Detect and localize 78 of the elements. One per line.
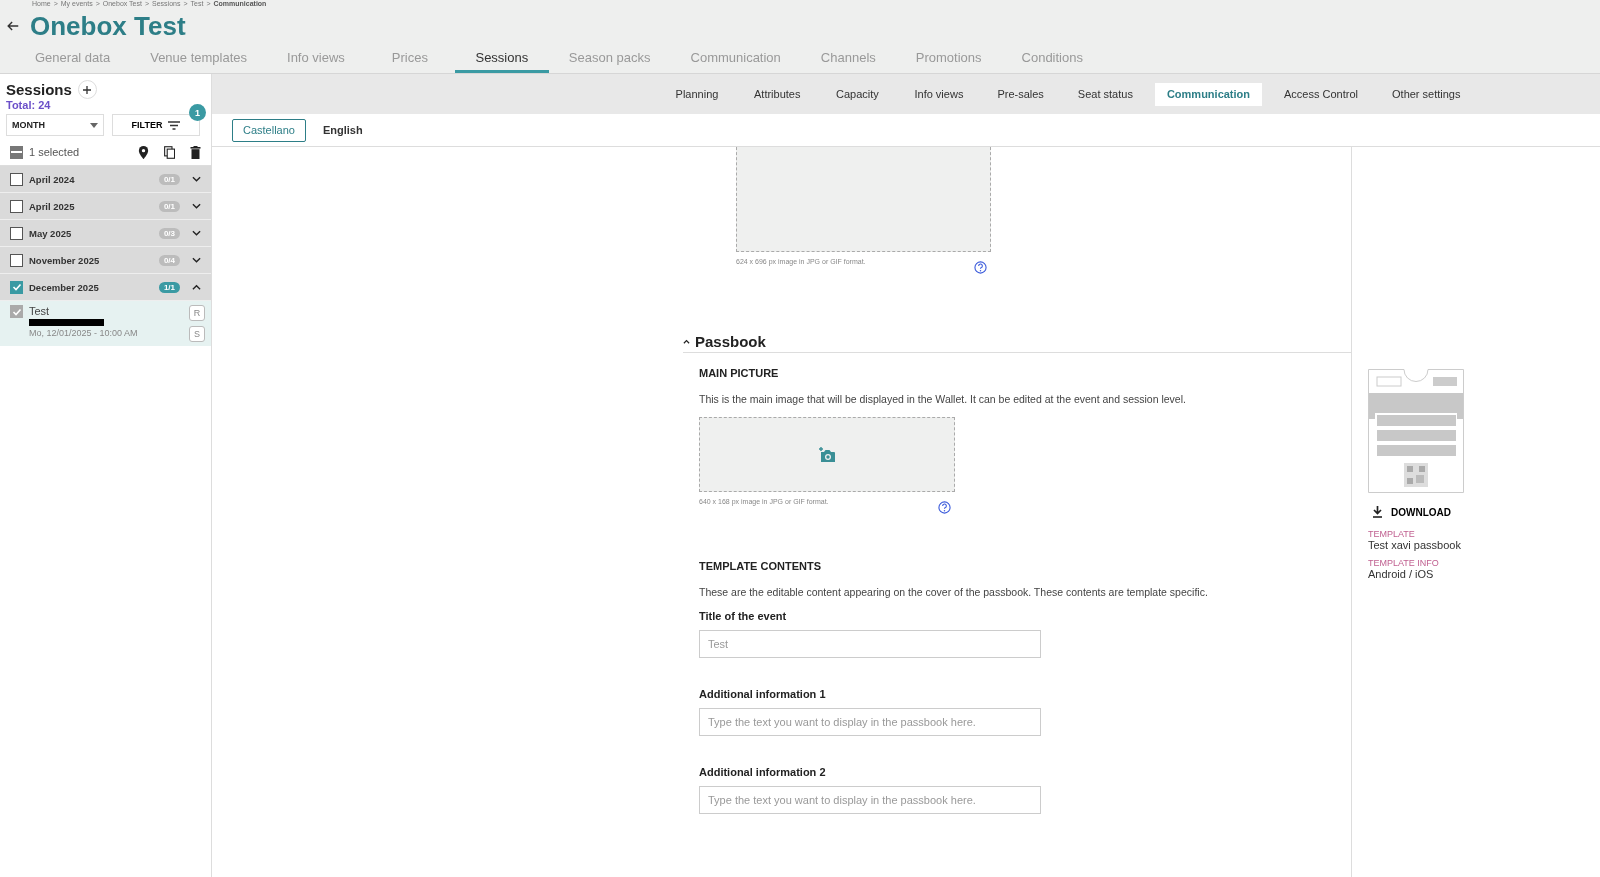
- total-count: Total: 24: [5, 99, 52, 111]
- sub-tab[interactable]: Planning: [662, 82, 732, 106]
- group-checkbox[interactable]: [10, 280, 23, 294]
- chevron-icon[interactable]: [192, 230, 201, 236]
- sidebar-title: Sessions: [6, 81, 72, 98]
- download-icon: [1372, 506, 1383, 518]
- language-tab[interactable]: Castellano: [232, 118, 306, 142]
- count-badge: 0/3: [158, 227, 180, 239]
- group-label: December 2025: [29, 281, 100, 293]
- sub-tab[interactable]: Pre-sales: [985, 82, 1056, 106]
- section-heading: MAIN PICTURE: [699, 367, 780, 379]
- group-checkbox[interactable]: [10, 172, 23, 186]
- period-select[interactable]: MONTH: [6, 114, 104, 136]
- download-button[interactable]: DOWNLOAD: [1368, 505, 1455, 519]
- chevron-icon[interactable]: [192, 203, 201, 209]
- language-tab[interactable]: English: [312, 118, 374, 142]
- section-description: These are the editable content appearing on the cover of the passbook. These contents are template specific.: [699, 586, 1209, 598]
- select-all-checkbox[interactable]: [10, 145, 23, 159]
- count-badge: 1/1: [158, 281, 180, 293]
- group-checkbox[interactable]: [10, 199, 23, 213]
- section-header[interactable]: Passbook: [683, 330, 1352, 353]
- field-label: Title of the event: [699, 610, 788, 622]
- field-label: Additional information 1: [699, 688, 827, 700]
- text-field[interactable]: Test: [699, 630, 1041, 658]
- section-description: This is the main image that will be displayed in the Wallet. It can be edited at the event and session level.: [699, 393, 1187, 405]
- session-tag: S: [189, 326, 205, 342]
- chevron-icon: [683, 338, 690, 344]
- sub-tab[interactable]: Attributes: [742, 82, 813, 106]
- session-date: Mo, 12/01/2025 - 10:00 AM: [29, 328, 139, 338]
- group-label: April 2025: [29, 200, 76, 212]
- section-heading: TEMPLATE CONTENTS: [699, 560, 822, 572]
- chevron-icon[interactable]: [192, 257, 201, 263]
- count-badge: 0/1: [158, 200, 180, 212]
- add-photo-icon: [818, 446, 836, 463]
- plus-icon: [82, 84, 93, 95]
- dropdown-caret-icon: [90, 122, 98, 128]
- sub-tab[interactable]: Capacity: [822, 82, 893, 106]
- session-name: Test: [29, 305, 51, 317]
- info-value: Test xavi passbook: [1368, 539, 1462, 551]
- location-pin-icon[interactable]: [138, 145, 149, 159]
- info-label: TEMPLATE INFO: [1368, 558, 1440, 568]
- sub-tab[interactable]: Access Control: [1272, 82, 1370, 106]
- sub-tab[interactable]: Seat status: [1065, 82, 1145, 106]
- filter-icon: [168, 120, 181, 130]
- help-icon[interactable]: [938, 501, 951, 514]
- trash-icon[interactable]: [190, 145, 201, 159]
- help-icon[interactable]: [974, 261, 987, 274]
- session-checkbox[interactable]: [10, 305, 23, 318]
- info-label: TEMPLATE: [1368, 529, 1416, 539]
- sub-tab[interactable]: Other settings: [1380, 82, 1473, 106]
- group-label: May 2025: [29, 227, 73, 239]
- group-label: April 2024: [29, 173, 76, 185]
- count-badge: 0/4: [158, 254, 180, 266]
- group-checkbox[interactable]: [10, 253, 23, 267]
- session-item[interactable]: Test Mo, 12/01/2025 - 10:00 AM R S: [0, 301, 211, 346]
- add-button[interactable]: [77, 80, 97, 99]
- chevron-icon[interactable]: [192, 284, 201, 290]
- text-field[interactable]: Type the text you want to display in the passbook here.: [699, 708, 1041, 736]
- field-label: Additional information 2: [699, 766, 827, 778]
- group-checkbox[interactable]: [10, 226, 23, 240]
- month-group-row[interactable]: April 2025 0/1: [0, 193, 211, 220]
- group-label: November 2025: [29, 254, 101, 266]
- info-value: Android / iOS: [1368, 568, 1435, 580]
- month-group-row[interactable]: December 2025 1/1: [0, 274, 211, 301]
- month-group-row[interactable]: May 2025 0/3: [0, 220, 211, 247]
- sub-tab[interactable]: Info views: [902, 82, 976, 106]
- copy-icon[interactable]: [164, 145, 175, 159]
- session-tag: R: [189, 305, 205, 321]
- month-group-row[interactable]: April 2024 0/1: [0, 166, 211, 193]
- back-arrow-icon[interactable]: [6, 19, 20, 33]
- filter-count-badge: 1: [189, 104, 206, 121]
- chevron-icon[interactable]: [192, 176, 201, 182]
- event-title: Onebox Test: [30, 10, 186, 42]
- selection-count: 1 selected: [29, 146, 81, 158]
- month-group-row[interactable]: November 2025 0/4: [0, 247, 211, 274]
- sub-tab[interactable]: Communication: [1154, 82, 1263, 106]
- count-badge: 0/1: [158, 173, 180, 185]
- text-field[interactable]: Type the text you want to display in the passbook here.: [699, 786, 1041, 814]
